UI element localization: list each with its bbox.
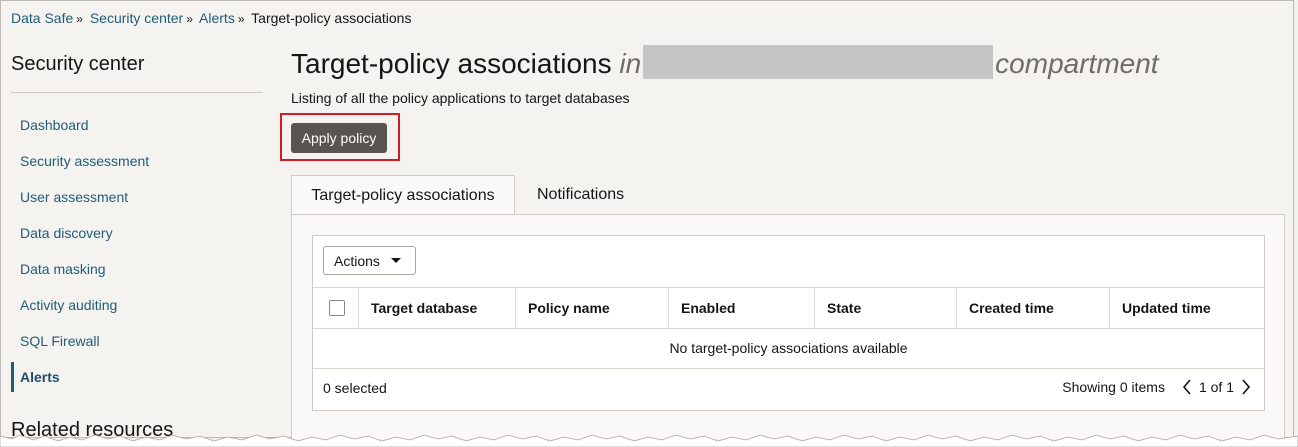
sidebar-item-user-assessment[interactable]: User assessment — [11, 180, 263, 216]
torn-edge — [0, 434, 1298, 447]
page-indicator: 1 of 1 — [1198, 379, 1234, 395]
page-title-compartment: compartment — [995, 48, 1159, 79]
tab-notifications[interactable]: Notifications — [537, 175, 624, 215]
page-subtitle: Listing of all the policy applications t… — [291, 90, 630, 106]
actions-label: Actions — [334, 252, 380, 269]
page-title-in: in — [619, 48, 642, 79]
table-header: Target database Policy name Enabled Stat… — [313, 287, 1264, 329]
chevron-left-icon — [1182, 379, 1191, 395]
selected-count: 0 selected — [323, 380, 387, 396]
column-created-time[interactable]: Created time — [956, 288, 1110, 328]
redacted-compartment-name — [643, 45, 994, 79]
sidebar-item-alerts[interactable]: Alerts — [11, 360, 263, 396]
column-target-database[interactable]: Target database — [358, 288, 516, 328]
page-frame: Data Safe» Security center» Alerts» Targ… — [0, 0, 1294, 441]
apply-policy-button[interactable]: Apply policy — [291, 123, 387, 153]
sidebar-nav: Dashboard Security assessment User asses… — [11, 108, 263, 396]
sidebar-item-activity-auditing[interactable]: Activity auditing — [11, 288, 263, 324]
sidebar-item-sql-firewall[interactable]: SQL Firewall — [11, 324, 263, 360]
select-all-cell — [313, 288, 358, 328]
page-title: Target-policy associations in compartment — [291, 45, 1159, 80]
caret-down-icon — [391, 258, 401, 263]
column-policy-name[interactable]: Policy name — [515, 288, 667, 328]
breadcrumb-separator: » — [237, 12, 245, 26]
showing-items-text: Showing 0 items — [1062, 379, 1165, 395]
breadcrumb-alerts[interactable]: Alerts — [199, 10, 235, 26]
tab-target-policy-associations[interactable]: Target-policy associations — [291, 175, 515, 215]
breadcrumb-data-safe[interactable]: Data Safe — [11, 10, 73, 26]
sidebar-title: Security center — [11, 53, 145, 75]
chevron-right-icon — [1242, 379, 1251, 395]
associations-table: Actions Target database Policy name Enab… — [312, 235, 1265, 411]
sidebar-item-data-masking[interactable]: Data masking — [11, 252, 263, 288]
breadcrumb-separator: » — [186, 12, 193, 26]
sidebar-item-dashboard[interactable]: Dashboard — [11, 108, 263, 144]
empty-table-message: No target-policy associations available — [313, 328, 1264, 369]
previous-page-button[interactable] — [1177, 376, 1197, 398]
breadcrumb-current: Target-policy associations — [251, 10, 412, 26]
breadcrumb-security-center[interactable]: Security center — [90, 10, 183, 26]
sidebar-divider — [11, 92, 263, 93]
sidebar-item-data-discovery[interactable]: Data discovery — [11, 216, 263, 252]
breadcrumb-separator: » — [76, 12, 83, 26]
actions-menu-button[interactable]: Actions — [323, 246, 416, 275]
page-title-text: Target-policy associations — [291, 48, 612, 79]
column-state[interactable]: State — [814, 288, 957, 328]
pagination: Showing 0 items 1 of 1 — [1062, 376, 1256, 398]
column-updated-time[interactable]: Updated time — [1109, 288, 1264, 328]
next-page-button[interactable] — [1236, 376, 1256, 398]
sidebar-item-security-assessment[interactable]: Security assessment — [11, 144, 263, 180]
select-all-checkbox[interactable] — [329, 300, 345, 316]
breadcrumb: Data Safe» Security center» Alerts» Targ… — [11, 10, 411, 26]
column-enabled[interactable]: Enabled — [668, 288, 815, 328]
